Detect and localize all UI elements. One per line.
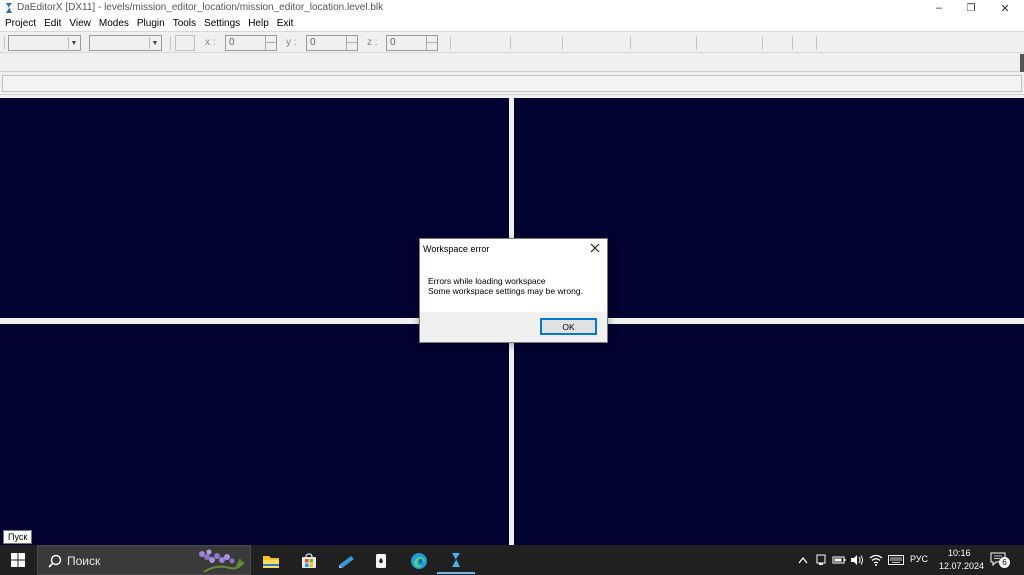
search-placeholder: Поиск bbox=[67, 554, 101, 568]
language-indicator[interactable]: РУС bbox=[910, 554, 928, 564]
dialog-message-line1: Errors while loading workspace bbox=[428, 276, 546, 286]
device-icon[interactable] bbox=[814, 553, 828, 567]
start-tooltip: Пуск bbox=[3, 530, 33, 544]
daeditor-taskbar-button[interactable] bbox=[437, 548, 475, 574]
x-value: 0 bbox=[229, 37, 235, 48]
start-button[interactable] bbox=[0, 545, 36, 575]
chevron-up-icon[interactable] bbox=[796, 553, 810, 567]
x-spinner[interactable] bbox=[265, 36, 276, 50]
menu-tools[interactable]: Tools bbox=[169, 16, 200, 31]
toolbar-panel bbox=[2, 75, 1022, 92]
lavender-icon bbox=[199, 549, 245, 573]
toolbar-separator bbox=[450, 36, 451, 50]
y-label: y : bbox=[286, 37, 297, 48]
taskbar-search[interactable]: Поиск bbox=[37, 545, 251, 575]
toolbar-separator bbox=[170, 36, 171, 50]
close-icon: ✕ bbox=[1000, 2, 1010, 15]
y-spinner[interactable] bbox=[346, 36, 357, 50]
z-input[interactable]: 0 bbox=[386, 35, 438, 51]
menu-edit[interactable]: Edit bbox=[40, 16, 65, 31]
edge-icon bbox=[411, 553, 427, 569]
menu-help[interactable]: Help bbox=[244, 16, 273, 31]
toolbar-separator bbox=[4, 36, 5, 50]
maximize-button[interactable]: ❐ bbox=[954, 0, 988, 16]
viewport-bottom-left[interactable] bbox=[0, 324, 509, 545]
search-icon bbox=[48, 554, 62, 568]
clock-time[interactable]: 10:16 bbox=[948, 548, 971, 558]
restore-icon: ❐ bbox=[966, 2, 976, 14]
file-explorer-button[interactable] bbox=[252, 548, 290, 574]
menu-view[interactable]: View bbox=[65, 16, 95, 31]
y-input[interactable]: 0 bbox=[306, 35, 358, 51]
layer-combo[interactable]: ▼ bbox=[89, 35, 162, 51]
dialog-message-line2: Some workspace settings may be wrong. bbox=[428, 286, 583, 296]
toolbar-separator bbox=[510, 36, 511, 50]
clock-date[interactable]: 12.07.2024 bbox=[939, 561, 984, 571]
menu-exit[interactable]: Exit bbox=[273, 16, 298, 31]
minimize-icon: – bbox=[935, 2, 943, 14]
window-title: DaEditorX [DX11] - levels/mission_editor… bbox=[17, 2, 384, 13]
toolbar: ▼ ▼ x : 0 y : 0 z : 0 bbox=[0, 31, 1024, 53]
z-spinner[interactable] bbox=[426, 36, 437, 50]
z-label: z : bbox=[367, 37, 378, 48]
menu-modes[interactable]: Modes bbox=[95, 16, 133, 31]
solitaire-button[interactable] bbox=[362, 548, 400, 574]
remote-desktop-button[interactable] bbox=[327, 548, 365, 574]
x-input[interactable]: 0 bbox=[225, 35, 277, 51]
axis-toggle[interactable] bbox=[175, 35, 195, 51]
window-titlebar: DaEditorX [DX11] - levels/mission_editor… bbox=[0, 0, 1024, 16]
scroll-handle[interactable] bbox=[1020, 54, 1024, 72]
workspace-error-dialog: Workspace error Errors while loading wor… bbox=[419, 238, 608, 343]
toolbar-separator bbox=[816, 36, 817, 50]
plugin-toolbar bbox=[0, 54, 1024, 72]
menu-bar: Project Edit View Modes Plugin Tools Set… bbox=[0, 16, 1024, 31]
store-button[interactable] bbox=[290, 548, 328, 574]
taskbar: Поиск РУС 10:16 12.07.2024 6 bbox=[0, 545, 1024, 575]
menu-settings[interactable]: Settings bbox=[200, 16, 244, 31]
minimize-button[interactable]: – bbox=[922, 0, 956, 16]
chevron-down-icon: ▼ bbox=[68, 37, 79, 49]
status-toolbar bbox=[0, 73, 1024, 95]
store-icon bbox=[302, 553, 316, 568]
app-icon bbox=[6, 3, 12, 13]
chevron-down-icon: ▼ bbox=[149, 37, 160, 49]
dialog-title: Workspace error bbox=[423, 244, 490, 254]
toolbar-separator bbox=[562, 36, 563, 50]
ok-button[interactable]: OK bbox=[540, 318, 597, 335]
close-button[interactable]: ✕ bbox=[988, 0, 1022, 16]
toolbar-separator bbox=[762, 36, 763, 50]
toolbar-separator bbox=[696, 36, 697, 50]
close-icon[interactable] bbox=[589, 242, 601, 254]
volume-icon[interactable] bbox=[850, 553, 864, 567]
x-label: x : bbox=[205, 37, 216, 48]
dialog-footer: OK bbox=[420, 312, 607, 342]
cards-icon bbox=[376, 554, 386, 568]
z-value: 0 bbox=[390, 37, 396, 48]
wifi-icon[interactable] bbox=[869, 553, 883, 567]
notification-center-button[interactable]: 6 bbox=[990, 552, 1010, 568]
notification-badge: 6 bbox=[999, 557, 1010, 568]
remote-desktop-icon bbox=[339, 556, 354, 568]
windows-icon bbox=[11, 553, 25, 567]
folder-icon bbox=[263, 556, 279, 568]
menu-project[interactable]: Project bbox=[1, 16, 40, 31]
toolbar-separator bbox=[630, 36, 631, 50]
mode-combo[interactable]: ▼ bbox=[8, 35, 81, 51]
app-icon bbox=[452, 553, 460, 567]
y-value: 0 bbox=[310, 37, 316, 48]
keyboard-icon[interactable] bbox=[888, 553, 904, 567]
battery-icon[interactable] bbox=[832, 553, 846, 567]
toolbar-separator bbox=[792, 36, 793, 50]
viewport-bottom-right[interactable] bbox=[514, 324, 1024, 545]
dialog-body: Errors while loading workspace Some work… bbox=[420, 263, 607, 311]
edge-browser-button[interactable] bbox=[400, 548, 438, 574]
menu-plugin[interactable]: Plugin bbox=[133, 16, 169, 31]
